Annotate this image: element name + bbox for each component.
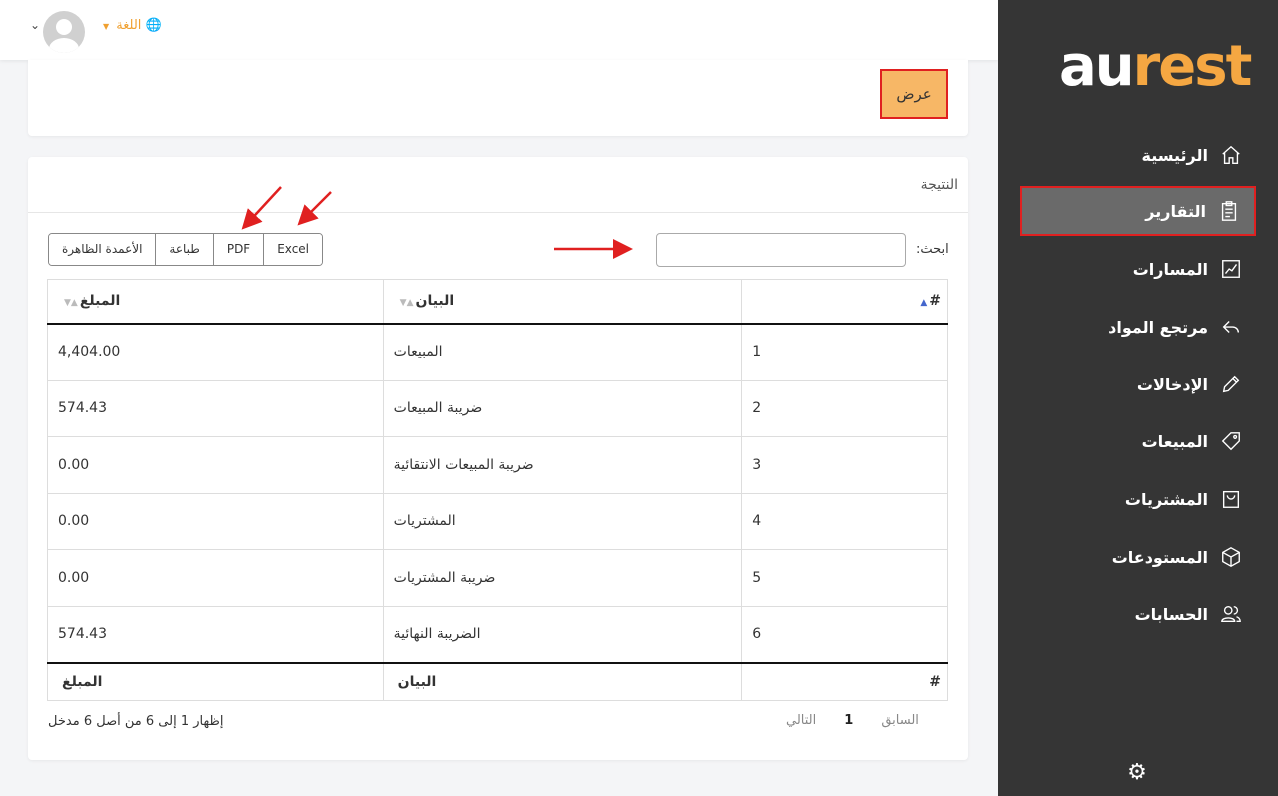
sidebar-item-label: المستودعات: [1111, 547, 1208, 567]
tag-icon: [1220, 430, 1242, 452]
avatar-body-shape: [49, 38, 79, 53]
sort-icon: ▲▼: [399, 298, 414, 309]
pagination-prev[interactable]: السابق: [881, 713, 919, 728]
cell-number: 5: [741, 549, 948, 607]
column-header-description[interactable]: البيان▲▼: [382, 279, 743, 325]
result-title: النتيجة: [920, 177, 958, 193]
clipboard-icon: [1218, 200, 1240, 222]
top-bar: ⌄ 🌐 اللغة ▼: [0, 0, 998, 60]
cell-description: ضريبة المبيعات الانتقائية: [382, 436, 743, 494]
cell-number: 3: [741, 436, 948, 494]
pagination-next[interactable]: التالي: [786, 713, 816, 728]
pagination: السابق 1 التالي: [786, 713, 919, 728]
table-row: 6 الضريبة النهائية 574.43: [47, 605, 948, 663]
sort-icon: ▲▼: [64, 298, 78, 309]
columns-visibility-button[interactable]: الأعمدة الظاهرة: [49, 234, 156, 265]
footer-number: #: [741, 661, 948, 701]
gear-icon[interactable]: ⚙: [1126, 762, 1148, 784]
sidebar-item-label: المبيعات: [1141, 431, 1208, 451]
sidebar-item-label: الحسابات: [1134, 604, 1208, 624]
cell-number: 6: [741, 605, 948, 663]
box-icon: [1220, 546, 1242, 568]
column-header-number[interactable]: #▲: [741, 279, 948, 325]
pdf-button[interactable]: PDF: [212, 234, 264, 265]
user-avatar[interactable]: [43, 11, 85, 53]
table-header-row: #▲ البيان▲▼ المبلغ▲▼: [47, 279, 948, 325]
cell-number: 2: [741, 379, 948, 437]
home-icon: [1220, 144, 1242, 166]
cell-amount: 0.00: [47, 492, 384, 550]
cell-amount: 4,404.00: [47, 323, 384, 381]
chevron-down-icon[interactable]: ⌄: [30, 18, 40, 32]
search-input[interactable]: [656, 233, 906, 267]
filter-card: [28, 60, 968, 136]
print-button[interactable]: طباعة: [155, 234, 213, 265]
cell-description: المشتريات: [382, 492, 743, 550]
chart-line-icon: [1220, 258, 1242, 280]
cell-amount: 574.43: [47, 605, 384, 663]
pagination-page[interactable]: 1: [844, 713, 853, 728]
export-button-group: الأعمدة الظاهرة طباعة PDF Excel: [48, 233, 324, 266]
card-divider: [28, 212, 968, 213]
table-row: 3 ضريبة المبيعات الانتقائية 0.00: [47, 436, 948, 494]
cell-amount: 574.43: [47, 379, 384, 437]
avatar-head-shape: [56, 19, 72, 35]
show-button[interactable]: عرض: [880, 69, 948, 119]
footer-amount: المبلغ: [47, 661, 384, 701]
sidebar-item-label: المشتريات: [1124, 489, 1208, 509]
search-label: ابحث:: [916, 242, 949, 257]
table-row: 1 المبيعات 4,404.00: [47, 323, 948, 381]
table-row: 4 المشتريات 0.00: [47, 492, 948, 550]
users-icon: [1220, 603, 1242, 625]
table-info: إظهار 1 إلى 6 من أصل 6 مدخل: [48, 714, 224, 729]
cell-number: 1: [741, 323, 948, 381]
sidebar-item-label: المسارات: [1132, 259, 1208, 279]
sidebar-item-returns[interactable]: مرتجع المواد: [1020, 302, 1256, 352]
sidebar-item-entries[interactable]: الإدخالات: [1020, 359, 1256, 409]
cell-amount: 0.00: [47, 549, 384, 607]
brand-logo[interactable]: aurest: [1059, 36, 1252, 98]
table-row: 2 ضريبة المبيعات 574.43: [47, 379, 948, 437]
sidebar-item-label: الرئيسية: [1141, 145, 1209, 165]
sort-icon: ▲: [920, 298, 928, 309]
sidebar-item-purchases[interactable]: المشتريات: [1020, 474, 1256, 524]
bag-icon: [1220, 488, 1242, 510]
language-label: اللغة: [116, 18, 142, 33]
sidebar-item-label: التقارير: [1145, 201, 1206, 221]
cell-description: ضريبة المبيعات: [382, 379, 743, 437]
sidebar-item-label: الإدخالات: [1136, 374, 1208, 394]
cell-number: 4: [741, 492, 948, 550]
result-table: #▲ البيان▲▼ المبلغ▲▼ 1 المبيعات 4,404.00…: [47, 279, 948, 701]
excel-button[interactable]: Excel: [263, 234, 323, 265]
sidebar: aurest الرئيسية التقارير المسارات مرتجع …: [998, 0, 1278, 796]
table-footer-row: # البيان المبلغ: [47, 661, 948, 701]
footer-description: البيان: [382, 661, 743, 701]
reply-icon: [1220, 316, 1242, 338]
sidebar-item-warehouses[interactable]: المستودعات: [1020, 532, 1256, 582]
cell-description: الضريبة النهائية: [382, 605, 743, 663]
cell-description: ضريبة المشتريات: [382, 549, 743, 607]
sidebar-item-accounts[interactable]: الحسابات: [1020, 589, 1256, 639]
sidebar-item-reports[interactable]: التقارير: [1020, 186, 1256, 236]
sidebar-item-label: مرتجع المواد: [1108, 317, 1208, 337]
cell-description: المبيعات: [382, 323, 743, 381]
sidebar-item-paths[interactable]: المسارات: [1020, 244, 1256, 294]
pencil-icon: [1220, 373, 1242, 395]
sidebar-item-sales[interactable]: المبيعات: [1020, 416, 1256, 466]
cell-amount: 0.00: [47, 436, 384, 494]
caret-down-icon: ▼: [103, 22, 110, 31]
globe-icon: 🌐: [145, 18, 162, 33]
sidebar-item-home[interactable]: الرئيسية: [1020, 130, 1256, 180]
column-header-amount[interactable]: المبلغ▲▼: [47, 279, 384, 325]
table-row: 5 ضريبة المشتريات 0.00: [47, 549, 948, 607]
language-selector[interactable]: 🌐 اللغة ▼: [103, 18, 162, 33]
